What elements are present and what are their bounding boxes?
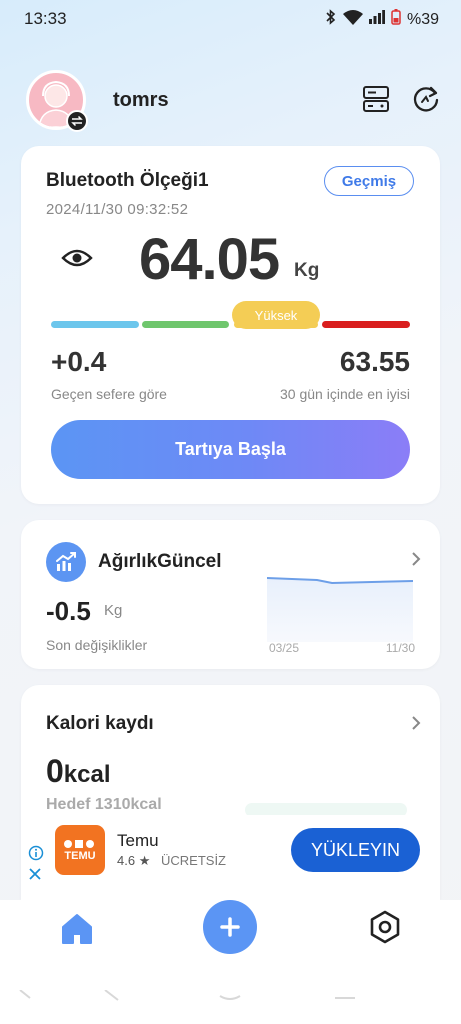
best-value: 63.55 xyxy=(339,346,410,377)
install-button[interactable]: YÜKLEYIN xyxy=(291,828,420,872)
battery-icon xyxy=(391,9,401,30)
home-icon[interactable] xyxy=(60,912,94,946)
trend-label: Son değişiklikler xyxy=(46,637,148,653)
calorie-number: 0 xyxy=(46,753,64,789)
chevron-right-icon[interactable] xyxy=(409,716,423,730)
weight-value: 64.05 xyxy=(139,227,280,292)
trend-title: AğırlıkGüncel xyxy=(98,551,222,572)
trend-unit: Kg xyxy=(104,602,123,619)
status-icons: %39 xyxy=(325,9,439,30)
bmi-segment-very-high xyxy=(322,321,410,328)
eye-icon[interactable] xyxy=(61,244,93,272)
temu-logo[interactable]: TEMU xyxy=(55,825,105,875)
delta-label: Geçen sefere göre xyxy=(51,386,167,402)
signal-icon xyxy=(368,10,385,29)
battery-percent: %39 xyxy=(406,10,439,28)
wifi-icon xyxy=(342,9,363,30)
add-icon[interactable] xyxy=(203,900,257,954)
ad-banner[interactable]: TEMU Temu 4.6 ★ ÜCRETSİZ YÜKLEYIN xyxy=(21,815,440,900)
refresh-icon[interactable] xyxy=(411,84,441,114)
settings-icon[interactable] xyxy=(367,909,403,945)
ad-price: ÜCRETSİZ xyxy=(161,853,226,868)
delta-value: +0.4 xyxy=(51,346,107,377)
calorie-unit: kcal xyxy=(63,761,111,788)
calorie-title: Kalori kaydı xyxy=(46,713,154,734)
switch-user-icon[interactable] xyxy=(66,110,88,132)
chevron-right-icon[interactable] xyxy=(409,552,423,566)
status-time: 13:33 xyxy=(24,9,67,28)
start-weighing-button[interactable]: Tartıya Başla xyxy=(51,420,410,479)
system-navigation-bar xyxy=(0,989,461,1024)
bmi-segment-low xyxy=(51,321,139,328)
trend-x-end: 11/30 xyxy=(385,641,415,655)
calorie-goal: Hedef 1310kcal xyxy=(46,796,162,813)
layout-icon[interactable] xyxy=(361,84,391,114)
bluetooth-icon xyxy=(325,9,337,30)
username: tomrs xyxy=(113,89,169,111)
trend-chart-icon xyxy=(46,542,86,582)
history-button[interactable]: Geçmiş xyxy=(324,166,414,196)
temu-logo-text: TEMU xyxy=(64,850,96,862)
trend-x-start: 03/25 xyxy=(269,641,300,655)
level-badge: Yüksek xyxy=(232,301,320,329)
ad-rating-value: 4.6 xyxy=(117,853,136,868)
scale-card: Bluetooth Ölçeği1 2024/11/30 09:32:52 Ge… xyxy=(21,146,440,504)
best-label: 30 gün içinde en iyisi xyxy=(280,386,410,402)
star-icon: ★ xyxy=(138,853,151,868)
trend-value: -0.5 xyxy=(46,596,91,626)
close-icon[interactable] xyxy=(28,867,42,881)
measurement-date: 2024/11/30 09:32:52 xyxy=(46,201,189,218)
trend-sparkline xyxy=(267,577,413,642)
status-bar: 13:33 %39 xyxy=(0,0,461,38)
weight-unit: Kg xyxy=(294,260,320,281)
info-icon[interactable] xyxy=(28,845,44,861)
bmi-segment-normal xyxy=(142,321,229,328)
weight-trend-card[interactable]: AğırlıkGüncel -0.5 Kg Son değişiklikler … xyxy=(21,520,440,669)
ad-app-name: Temu xyxy=(117,831,159,850)
profile-header: tomrs xyxy=(26,70,326,132)
scale-name: Bluetooth Ölçeği1 xyxy=(46,170,209,191)
calorie-value: 0kcal xyxy=(46,753,111,790)
ad-rating: 4.6 ★ xyxy=(117,853,150,869)
